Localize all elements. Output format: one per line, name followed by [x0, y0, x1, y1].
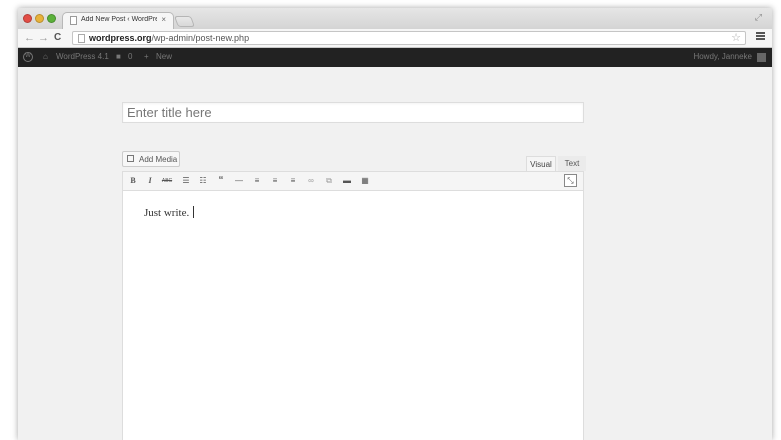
- bullet-list-icon[interactable]: ☰: [180, 175, 192, 187]
- wp-admin-bar: W ⌂ WordPress 4.1 ■ 0 + New Howdy, Janne…: [18, 48, 772, 67]
- tab-text[interactable]: Text: [558, 156, 586, 171]
- url-host: wordpress.org: [89, 33, 152, 43]
- tab-visual[interactable]: Visual: [526, 156, 556, 171]
- url-path: /wp-admin/post-new.php: [151, 33, 250, 43]
- align-right-icon[interactable]: ≡: [287, 175, 299, 187]
- media-icon: [127, 155, 134, 162]
- align-left-icon[interactable]: ≡: [251, 175, 263, 187]
- tab-title: Add New Post ‹ WordPress: [81, 16, 157, 23]
- tab-close-icon[interactable]: ×: [161, 15, 166, 25]
- add-media-button[interactable]: Add Media: [122, 151, 180, 167]
- blockquote-icon[interactable]: “: [215, 175, 227, 187]
- browser-menu-icon[interactable]: [756, 32, 765, 40]
- new-link[interactable]: New: [156, 51, 172, 63]
- post-content[interactable]: Just write.: [144, 206, 195, 220]
- new-tab-button[interactable]: [173, 16, 196, 27]
- align-center-icon[interactable]: ≡: [269, 175, 281, 187]
- account-greeting[interactable]: Howdy, Janneke: [693, 51, 752, 63]
- back-icon[interactable]: ←: [24, 31, 35, 45]
- comment-icon: ■: [116, 52, 121, 61]
- post-content-text: Just write.: [144, 207, 190, 219]
- forward-icon[interactable]: →: [38, 31, 49, 45]
- editor-toolbar: B I ABC ☰ ☷ “ — ≡ ≡ ≡ ∞ ⧉ ▬ ▦ ⤡: [122, 171, 584, 191]
- browser-toolbar: ← → C wordpress.org/wp-admin/post-new.ph…: [18, 29, 772, 48]
- unlink-icon[interactable]: ⧉: [323, 175, 335, 187]
- browser-tab[interactable]: Add New Post ‹ WordPress ×: [62, 12, 174, 29]
- tab-strip: Add New Post ‹ WordPress × ⤢: [18, 8, 772, 29]
- fullscreen-icon[interactable]: ⤢: [755, 12, 762, 23]
- text-cursor: [193, 206, 195, 218]
- plus-icon: +: [144, 52, 149, 61]
- bookmark-star-icon[interactable]: ☆: [731, 32, 741, 44]
- reload-icon[interactable]: C: [54, 31, 61, 45]
- page-icon: [78, 34, 85, 43]
- browser-window: Add New Post ‹ WordPress × ⤢ ← → C wordp…: [18, 8, 772, 440]
- add-media-label: Add Media: [139, 155, 178, 164]
- url-text: wordpress.org/wp-admin/post-new.php: [89, 33, 249, 44]
- site-name-link[interactable]: WordPress 4.1: [56, 51, 109, 63]
- maximize-window-button[interactable]: [47, 14, 56, 23]
- numbered-list-icon[interactable]: ☷: [197, 175, 209, 187]
- close-window-button[interactable]: [23, 14, 32, 23]
- wordpress-logo-icon[interactable]: W: [23, 52, 33, 62]
- toolbar-toggle-icon[interactable]: ▦: [359, 175, 371, 187]
- minimize-window-button[interactable]: [35, 14, 44, 23]
- distraction-free-icon[interactable]: ⤡: [564, 174, 577, 187]
- editor-content-area[interactable]: Just write.: [122, 191, 584, 440]
- read-more-icon[interactable]: ▬: [341, 175, 353, 187]
- page-icon: [70, 16, 77, 25]
- bold-icon[interactable]: B: [127, 175, 139, 187]
- avatar[interactable]: [757, 53, 766, 62]
- post-title-input[interactable]: [122, 102, 584, 123]
- strikethrough-icon[interactable]: ABC: [161, 175, 173, 187]
- italic-icon[interactable]: I: [144, 175, 156, 187]
- comments-count[interactable]: 0: [128, 51, 132, 63]
- horizontal-rule-icon[interactable]: —: [233, 175, 245, 187]
- home-icon: ⌂: [43, 52, 48, 61]
- link-icon[interactable]: ∞: [305, 175, 317, 187]
- address-bar[interactable]: wordpress.org/wp-admin/post-new.php ☆: [72, 31, 746, 45]
